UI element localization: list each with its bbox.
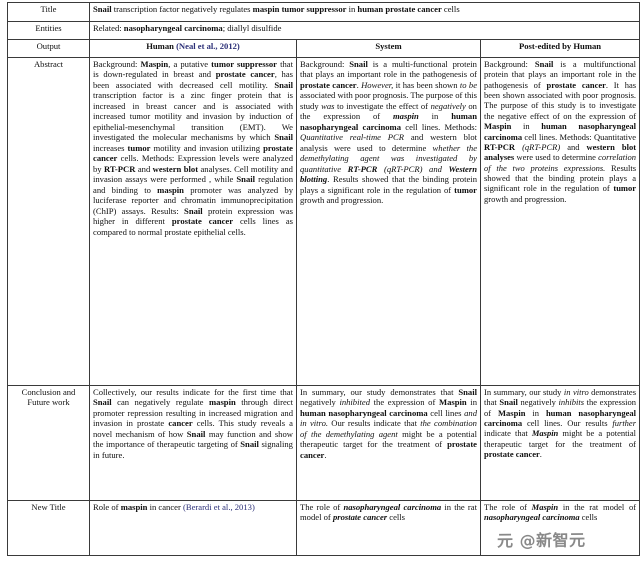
conclusion-system: In summary, our study demonstrates that … [296,385,481,501]
table-row-title: Title Snail transcription factor negativ… [7,2,640,22]
column-header-system: System [296,39,481,58]
column-header-human: Human (Neal et al., 2012) [89,39,297,58]
table-row-output-header: Output Human (Neal et al., 2012) System … [7,39,640,58]
abstract-post-edited: Background: Snail is a multifunctional p… [479,57,640,386]
row-label-new-title: New Title [7,500,90,556]
title-text: Snail transcription factor negatively re… [88,2,640,22]
row-label-conclusion: Conclusion and Future work [7,385,90,501]
new-title-post-edited: The role of Maspin in the rat model of n… [479,500,640,556]
abstract-system: Background: Snail is a multi-functional … [296,57,481,386]
column-header-post-edited: Post-edited by Human [479,39,640,58]
conclusion-human: Collectively, our results indicate for t… [89,385,297,501]
new-title-human: Role of maspin in cancer (Berardi et al.… [89,500,297,556]
row-label-entities: Entities [7,21,90,40]
row-label-output: Output [7,39,90,58]
table-row-new-title: New Title Role of maspin in cancer (Bera… [7,500,640,556]
abstract-human: Background: Maspin, a putative tumor sup… [89,57,297,386]
row-label-title: Title [7,2,90,22]
document-page: Title Snail transcription factor negativ… [0,0,640,565]
row-label-abstract: Abstract [7,57,90,386]
conclusion-post-edited: In summary, our study in vitro demonstra… [479,385,640,501]
table-row-entities: Entities Related: nasopharyngeal carcino… [7,21,640,40]
table-row-abstract: Abstract Background: Maspin, a putative … [7,57,640,386]
table-row-conclusion: Conclusion and Future work Collectively,… [7,385,640,501]
entities-text: Related: nasopharyngeal carcinoma; diall… [88,21,640,40]
comparison-table: Title Snail transcription factor negativ… [7,2,640,556]
new-title-system: The role of nasopharyngeal carcinoma in … [296,500,481,556]
